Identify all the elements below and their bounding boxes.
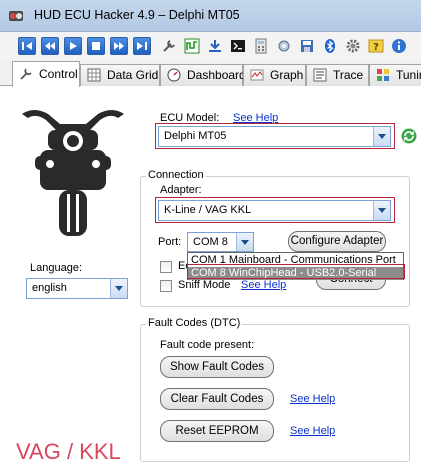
chevron-down-icon [373, 200, 390, 220]
chart-icon[interactable] [183, 37, 201, 55]
port-label: Port: [158, 236, 182, 248]
window-title: HUD ECU Hacker 4.9 – Delphi MT05 [34, 8, 240, 22]
show-fault-codes-button[interactable]: Show Fault Codes [160, 356, 274, 378]
toolbar: ? [0, 32, 421, 60]
chevron-down-icon [110, 279, 127, 298]
tab-control[interactable]: Control [12, 61, 80, 87]
info-icon[interactable] [390, 37, 408, 55]
tab-bar: Control Data Grid Dashboard Graph Trace … [0, 60, 421, 87]
tab-graph[interactable]: Graph [243, 64, 306, 86]
sniff-mode-label: Sniff Mode [178, 279, 231, 291]
adapter-select[interactable]: K-Line / VAG KKL [158, 199, 391, 221]
configure-adapter-button[interactable]: Configure Adapter [288, 231, 386, 252]
language-select[interactable]: english [26, 278, 128, 299]
floppy-icon[interactable] [298, 37, 316, 55]
sniff-mode-checkbox[interactable] [160, 280, 172, 292]
port-value: COM 8 [193, 236, 228, 248]
ecu-model-value: Delphi MT05 [164, 129, 227, 142]
terminal-icon[interactable] [229, 37, 247, 55]
app-icon [9, 11, 23, 21]
last-icon[interactable] [133, 37, 151, 55]
reset-eeprom-button[interactable]: Reset EEPROM [160, 420, 274, 442]
tab-trace[interactable]: Trace [306, 64, 369, 86]
tab-data-grid[interactable]: Data Grid [80, 64, 160, 86]
connection-legend: Connection [146, 169, 206, 181]
clear-fault-codes-button[interactable]: Clear Fault Codes [160, 388, 274, 410]
next-icon[interactable] [110, 37, 128, 55]
port-option-highlight [187, 264, 405, 279]
motorcycle-icon [22, 110, 124, 236]
ecu-model-select[interactable]: Delphi MT05 [158, 125, 391, 147]
tools-icon[interactable] [275, 37, 293, 55]
overlay-caption: VAG / KKL [16, 439, 121, 464]
sniff-help-link[interactable]: See Help [241, 279, 286, 291]
fault-codes-legend: Fault Codes (DTC) [146, 317, 243, 329]
echo-checkbox[interactable] [160, 261, 172, 273]
stop-icon[interactable] [87, 37, 105, 55]
ecu-model-highlight: Delphi MT05 [155, 123, 395, 149]
chevron-down-icon [373, 126, 390, 146]
reset-help-link[interactable]: See Help [290, 425, 335, 437]
language-value: english [32, 282, 67, 294]
wrench-icon [20, 68, 32, 80]
port-select[interactable]: COM 8 [187, 232, 254, 252]
title-bar: HUD ECU Hacker 4.9 – Delphi MT05 [0, 0, 421, 32]
grid-icon [87, 68, 101, 82]
svg-text:?: ? [373, 42, 379, 53]
download-icon[interactable] [206, 37, 224, 55]
tuning-icon [377, 69, 389, 81]
trace-icon [313, 68, 327, 82]
help-icon[interactable]: ? [367, 37, 385, 55]
adapter-value: K-Line / VAG KKL [164, 203, 252, 216]
language-label: Language: [30, 262, 82, 274]
clear-help-link[interactable]: See Help [290, 393, 335, 405]
previous-icon[interactable] [41, 37, 59, 55]
control-panel: Language: english ECU Model: See Help De… [0, 86, 421, 467]
adapter-label: Adapter: [160, 184, 202, 196]
play-icon[interactable] [64, 37, 82, 55]
gauge-icon [167, 68, 181, 82]
tab-dashboard[interactable]: Dashboard [160, 64, 246, 86]
settings-icon[interactable] [344, 37, 362, 55]
bluetooth-icon[interactable] [321, 37, 339, 55]
adapter-highlight: K-Line / VAG KKL [155, 197, 395, 223]
first-icon[interactable] [18, 37, 36, 55]
wrench-icon[interactable] [160, 37, 178, 55]
fault-present-label: Fault code present: [160, 339, 255, 351]
graph-icon [250, 69, 264, 81]
chevron-down-icon [236, 233, 253, 251]
calculator-icon[interactable] [252, 37, 270, 55]
refresh-icon[interactable] [401, 128, 417, 144]
tab-tuning[interactable]: Tunin [369, 64, 421, 86]
